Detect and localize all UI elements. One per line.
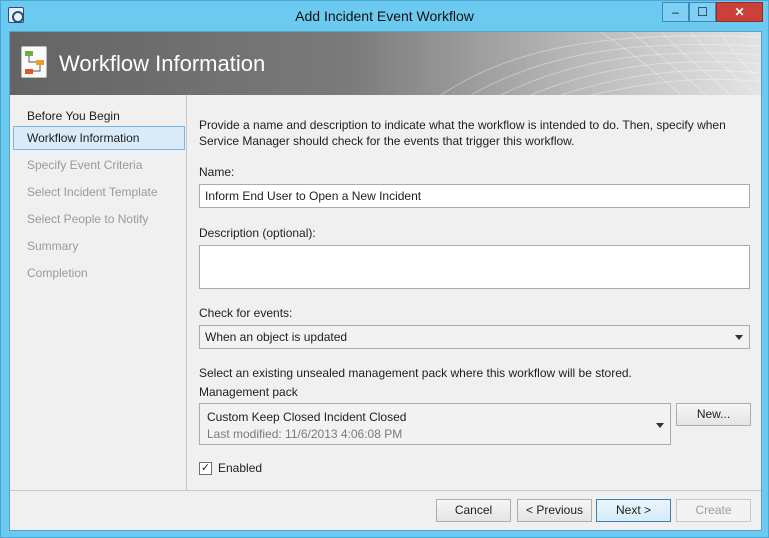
wizard-header: Workflow Information <box>10 32 761 95</box>
dropdown-arrow-icon[interactable] <box>656 423 664 428</box>
management-pack-modified: Last modified: 11/6/2013 4:06:08 PM <box>207 427 403 441</box>
management-pack-dropdown[interactable]: Custom Keep Closed Incident Closed Last … <box>199 403 671 445</box>
name-input[interactable] <box>199 184 750 208</box>
next-button[interactable]: Next > <box>596 499 671 522</box>
description-input[interactable] <box>199 245 750 289</box>
close-button[interactable]: ✕ <box>716 2 763 22</box>
previous-button[interactable]: < Previous <box>517 499 592 522</box>
dialog-window: Add Incident Event Workflow ‒ ☐ ✕ Workfl… <box>0 0 769 538</box>
sidebar-item-select-incident-template: Select Incident Template <box>27 185 158 199</box>
wizard-footer: Cancel < Previous Next > Create <box>10 490 761 530</box>
dialog-client-area: Workflow Information Before You Begin Wo… <box>9 31 762 531</box>
window-title: Add Incident Event Workflow <box>295 8 474 24</box>
management-pack-label: Management pack <box>199 385 298 399</box>
wizard-sidebar: Before You Begin Workflow Information Sp… <box>10 95 187 490</box>
header-decoration <box>440 32 761 95</box>
title-bar[interactable]: Add Incident Event Workflow ‒ ☐ ✕ <box>1 1 768 31</box>
enabled-label[interactable]: Enabled <box>218 461 262 475</box>
check-events-label: Check for events: <box>199 306 293 320</box>
check-events-dropdown[interactable]: When an object is updated <box>199 325 750 349</box>
check-events-value: When an object is updated <box>205 330 348 344</box>
sidebar-item-select-people-to-notify: Select People to Notify <box>27 212 149 226</box>
description-label: Description (optional): <box>199 226 316 240</box>
sidebar-item-before-you-begin[interactable]: Before You Begin <box>13 104 185 128</box>
management-pack-instruction: Select an existing unsealed management p… <box>199 366 632 380</box>
sidebar-item-workflow-information[interactable]: Workflow Information <box>13 126 185 150</box>
sidebar-item-summary: Summary <box>27 239 79 253</box>
wizard-content: Provide a name and description to indica… <box>188 95 761 490</box>
dropdown-arrow-icon[interactable] <box>735 335 743 340</box>
page-title: Workflow Information <box>59 51 266 76</box>
maximize-button[interactable]: ☐ <box>689 2 716 22</box>
sidebar-item-completion: Completion <box>27 266 88 280</box>
cancel-button[interactable]: Cancel <box>436 499 511 522</box>
intro-text: Provide a name and description to indica… <box>199 118 726 148</box>
workflow-icon <box>21 46 47 78</box>
new-management-pack-button[interactable]: New... <box>676 403 751 426</box>
management-pack-name: Custom Keep Closed Incident Closed <box>207 410 407 424</box>
minimize-button[interactable]: ‒ <box>662 2 689 22</box>
name-label: Name: <box>199 165 235 179</box>
sidebar-item-specify-event-criteria: Specify Event Criteria <box>27 158 143 172</box>
create-button: Create <box>676 499 751 522</box>
checkbox-check-icon: ✓ <box>200 462 211 474</box>
enabled-checkbox[interactable]: ✓ <box>199 462 212 475</box>
